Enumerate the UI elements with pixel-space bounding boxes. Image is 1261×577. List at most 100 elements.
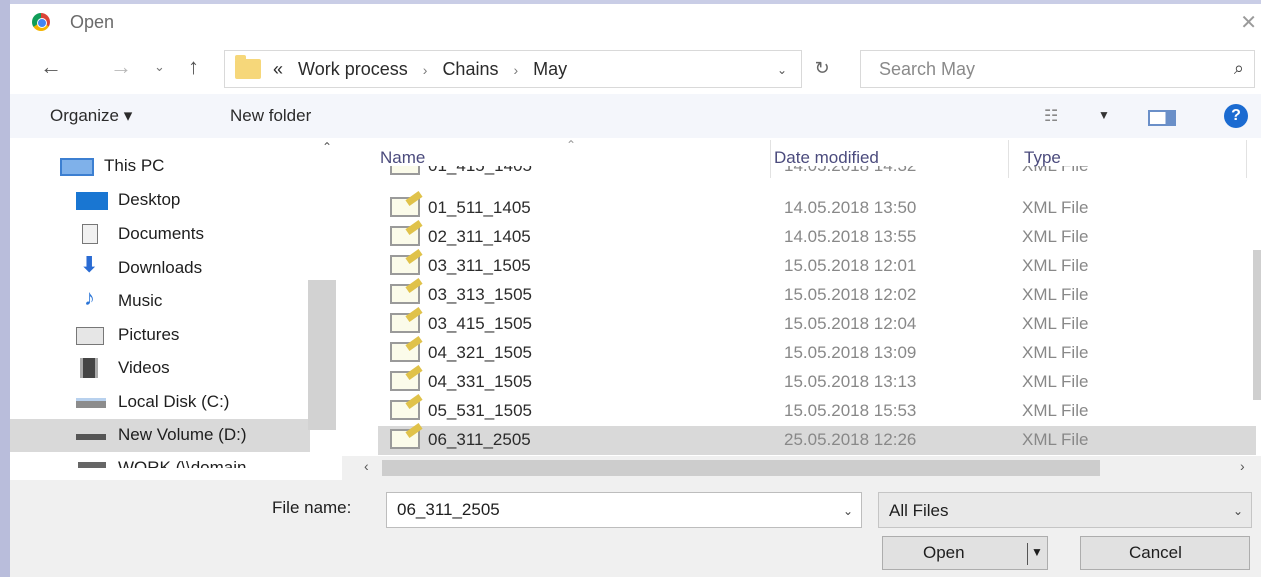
file-row-selected[interactable]: 06_311_2505 25.05.2018 12:26 XML File — [378, 426, 1256, 455]
file-date-modified: 14.05.2018 14:32 — [784, 166, 916, 176]
address-dropdown-icon[interactable]: ⌄ — [777, 63, 787, 77]
column-header-date-modified[interactable]: Date modified — [774, 148, 879, 168]
nav-scrollbar[interactable] — [308, 280, 336, 430]
horizontal-scroll-thumb[interactable] — [382, 460, 1100, 476]
file-name: 03_313_1505 — [428, 285, 533, 304]
nav-item-desktop[interactable]: Desktop — [10, 184, 310, 217]
breadcrumb-work-process[interactable]: Work process — [298, 59, 408, 79]
open-button[interactable]: Open ▼ — [882, 536, 1048, 570]
file-row[interactable]: 04_321_1505 15.05.2018 13:09 XML File — [378, 339, 1256, 368]
up-button[interactable]: ↑ — [188, 54, 199, 80]
computer-icon — [60, 158, 94, 176]
organize-button[interactable]: Organize ▾ — [50, 106, 132, 126]
file-name: 03_311_1505 — [428, 256, 531, 275]
new-folder-button[interactable]: New folder — [230, 106, 311, 126]
file-type: XML File — [1022, 285, 1089, 304]
split-divider — [1027, 543, 1028, 565]
help-icon[interactable]: ? — [1224, 104, 1248, 128]
change-view-icon[interactable]: ☷ — [1044, 106, 1058, 126]
xml-file-icon — [390, 226, 420, 246]
file-type: XML File — [1022, 401, 1089, 420]
preview-pane-icon[interactable] — [1148, 110, 1176, 126]
nav-item-documents[interactable]: Documents — [10, 218, 310, 251]
file-row[interactable]: 01_415_1405 14.05.2018 14:32 XML File — [378, 166, 1256, 180]
xml-file-icon — [390, 342, 420, 362]
recent-locations-button[interactable]: ⌄ — [154, 59, 165, 75]
view-options-dropdown-icon[interactable]: ▼ — [1098, 108, 1110, 122]
nav-scroll-up-icon[interactable]: ⌃ — [322, 140, 332, 154]
toolbar: Organize ▾ New folder ☷ ▼ ? — [10, 94, 1261, 138]
xml-file-icon — [390, 371, 420, 391]
documents-icon — [82, 224, 98, 244]
file-row[interactable]: 02_311_1405 14.05.2018 13:55 XML File — [378, 223, 1256, 252]
cancel-button[interactable]: Cancel — [1080, 536, 1250, 570]
nav-item-pictures[interactable]: Pictures — [10, 319, 310, 352]
file-name: 04_331_1505 — [428, 372, 533, 391]
search-input[interactable] — [861, 51, 1191, 87]
nav-item-label: Local Disk (C:) — [118, 392, 230, 411]
file-type-filter[interactable]: All Files ⌄ — [878, 492, 1252, 528]
file-name: 04_321_1505 — [428, 343, 533, 362]
nav-item-videos[interactable]: Videos — [10, 352, 310, 385]
nav-item-label: This PC — [104, 156, 165, 175]
file-row[interactable]: 04_331_1505 15.05.2018 13:13 XML File — [378, 368, 1256, 397]
open-options-dropdown-icon[interactable]: ▼ — [1031, 545, 1043, 559]
file-type: XML File — [1022, 343, 1089, 362]
nav-item-new-volume[interactable]: New Volume (D:) — [10, 419, 310, 452]
breadcrumb-chains[interactable]: Chains — [442, 59, 498, 79]
file-type: XML File — [1022, 372, 1089, 391]
file-name-combobox[interactable]: ⌄ — [386, 492, 862, 528]
nav-item-label: Desktop — [118, 190, 181, 209]
downloads-icon: ⬇ — [80, 252, 99, 277]
file-date-modified: 15.05.2018 13:09 — [784, 343, 917, 362]
search-box[interactable]: ⌕ — [860, 50, 1255, 88]
file-name-input[interactable] — [387, 493, 817, 527]
file-row[interactable]: 05_531_1505 15.05.2018 15:53 XML File — [378, 397, 1256, 426]
close-button[interactable]: ✕ — [1240, 10, 1257, 35]
address-bar[interactable]: « Work process › Chains › May ⌄ — [224, 50, 802, 88]
chevron-down-icon[interactable]: ⌄ — [1233, 504, 1243, 518]
file-row[interactable]: 01_511_1405 14.05.2018 13:50 XML File — [378, 194, 1256, 223]
xml-file-icon — [390, 255, 420, 275]
file-name: 06_311_2505 — [428, 430, 531, 449]
scroll-left-icon[interactable]: ‹ — [364, 458, 369, 474]
nav-item-this-pc[interactable]: This PC — [10, 150, 310, 183]
open-dialog: Open ✕ ← → ⌄ ↑ « Work process › Chains ›… — [10, 4, 1261, 577]
refresh-button[interactable]: ↻ — [804, 50, 840, 88]
file-row[interactable]: 03_415_1505 15.05.2018 12:04 XML File — [378, 310, 1256, 339]
nav-item-downloads[interactable]: ⬇ Downloads — [10, 252, 310, 285]
forward-button[interactable]: → — [110, 54, 132, 80]
nav-scroll-down-icon[interactable]: ⌄ — [312, 464, 322, 468]
videos-icon — [80, 358, 98, 378]
breadcrumb-overflow[interactable]: « — [273, 59, 283, 79]
file-date-modified: 25.05.2018 12:26 — [784, 430, 917, 449]
file-type: XML File — [1022, 198, 1089, 217]
search-icon[interactable]: ⌕ — [1234, 58, 1244, 79]
column-header-name[interactable]: Name — [380, 148, 425, 168]
file-name: 01_511_1405 — [428, 198, 531, 217]
cancel-button-label: Cancel — [1129, 543, 1182, 562]
title-bar: Open ✕ — [10, 4, 1261, 40]
nav-item-label: Music — [118, 291, 163, 310]
file-type: XML File — [1022, 227, 1089, 246]
nav-item-work-network[interactable]: WORK (\\domain — [10, 452, 310, 468]
file-row[interactable]: 03_313_1505 15.05.2018 12:02 XML File — [378, 281, 1256, 310]
file-row[interactable]: 03_311_1505 15.05.2018 12:01 XML File — [378, 252, 1256, 281]
column-header-type[interactable]: Type — [1024, 148, 1061, 168]
nav-item-label: Pictures — [118, 325, 180, 344]
network-drive-icon — [78, 462, 106, 468]
nav-item-music[interactable]: ♪ Music — [10, 285, 310, 318]
file-date-modified: 15.05.2018 12:04 — [784, 314, 917, 333]
breadcrumb-may[interactable]: May — [533, 59, 567, 79]
window-frame — [0, 0, 10, 577]
file-type: XML File — [1022, 256, 1089, 275]
file-name: 01_415_1405 — [428, 166, 532, 176]
horizontal-scrollbar[interactable]: ‹ › — [342, 456, 1261, 480]
chevron-down-icon[interactable]: ⌄ — [843, 504, 853, 518]
back-button[interactable]: ← — [40, 54, 62, 80]
xml-file-icon — [390, 284, 420, 304]
scroll-right-icon[interactable]: › — [1240, 458, 1245, 474]
window-title: Open — [70, 12, 115, 32]
file-list-scrollbar[interactable] — [1253, 250, 1261, 400]
nav-item-local-disk[interactable]: Local Disk (C:) — [10, 386, 310, 419]
